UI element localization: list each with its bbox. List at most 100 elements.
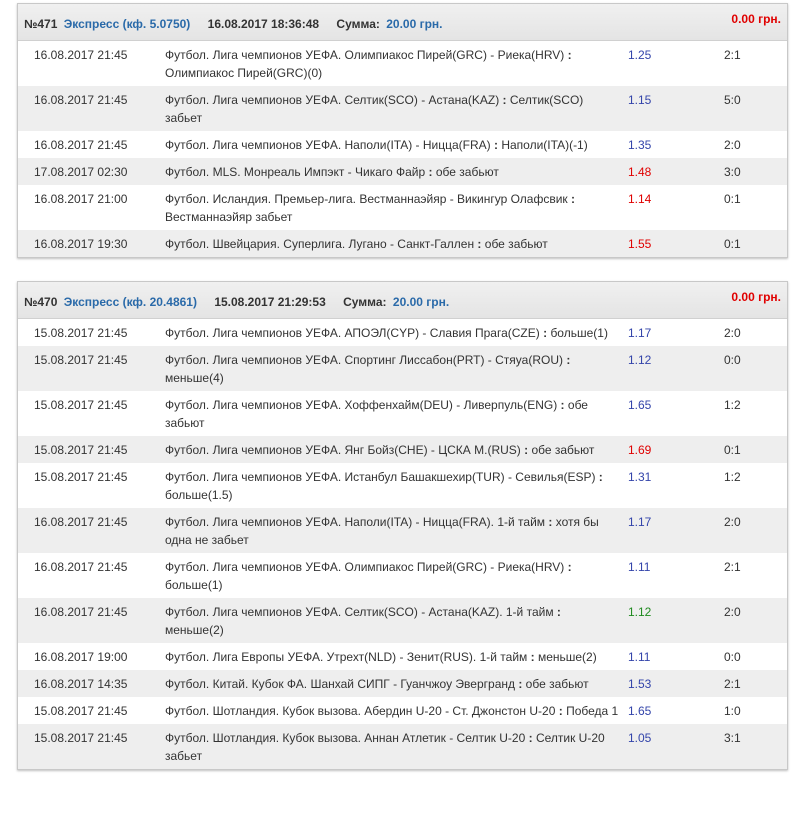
bet-outcome: обе забьют — [531, 443, 595, 457]
event-name: Футбол. Шотландия. Кубок вызова. Аннан А… — [165, 731, 526, 745]
table-row: 16.08.2017 21:45 Футбол. Лига чемпионов У… — [18, 41, 787, 86]
coefficient-cell: 1.55 — [628, 230, 724, 257]
bet-separator: : — [520, 443, 532, 457]
coefficient-cell: 1.11 — [628, 553, 724, 598]
bet-card-471: №471 Экспресс (кф. 5.0750) 16.08.2017 18… — [17, 3, 788, 258]
event-name: Футбол. Лига чемпионов УЕФА. Селтик(SCO)… — [165, 93, 500, 107]
coefficient-cell: 1.31 — [628, 463, 724, 508]
bet-summary: №471 Экспресс (кф. 5.0750) 16.08.2017 18… — [24, 17, 443, 31]
bet-separator: : — [564, 48, 572, 62]
coefficient: 1.11 — [628, 560, 651, 574]
bet-outcome: меньше(2) — [537, 650, 597, 664]
bet-separator: : — [527, 650, 538, 664]
table-row: 16.08.2017 19:30 Футбол. Швейцария. Супер… — [18, 230, 787, 257]
table-row: 15.08.2017 21:45 Футбол. Лига чемпионов У… — [18, 391, 787, 436]
match-score: 2:0 — [724, 326, 741, 340]
event-date: 16.08.2017 21:45 — [34, 560, 128, 574]
event-description: Футбол. Лига чемпионов УЕФА. Наполи(ITA)… — [165, 131, 628, 158]
table-row: 15.08.2017 21:45 Футбол. Шотландия. Кубок… — [18, 697, 787, 724]
bet-separator: : — [595, 470, 603, 484]
coefficient-cell: 1.53 — [628, 670, 724, 697]
bet-sum: 20.00 грн. — [386, 17, 443, 31]
bet-separator: : — [490, 138, 502, 152]
bet-separator: : — [515, 677, 526, 691]
bet-type-link[interactable]: Экспресс (кф. 5.0750) — [64, 17, 191, 31]
bet-type-link[interactable]: Экспресс (кф. 20.4861) — [64, 295, 197, 309]
table-row: 15.08.2017 21:45 Футбол. Лига чемпионов У… — [18, 436, 787, 463]
event-date: 15.08.2017 21:45 — [34, 398, 128, 412]
match-score: 0:1 — [724, 192, 741, 206]
event-name: Футбол. Лига чемпионов УЕФА. Олимпиакос … — [165, 560, 565, 574]
coefficient: 1.69 — [628, 443, 652, 457]
coefficient: 1.65 — [628, 398, 652, 412]
event-name: Футбол. Лига чемпионов УЕФА. Истанбул Ба… — [165, 470, 596, 484]
event-date: 15.08.2017 21:45 — [34, 470, 128, 484]
bet-win-amount: 0.00 грн. — [731, 290, 781, 304]
coefficient: 1.17 — [628, 515, 652, 529]
event-description: Футбол. Лига чемпионов УЕФА. Истанбул Ба… — [165, 463, 628, 508]
coefficient-cell: 1.12 — [628, 346, 724, 391]
table-row: 16.08.2017 14:35 Футбол. Китай. Кубок ФА.… — [18, 670, 787, 697]
coefficient: 1.55 — [628, 237, 652, 251]
bet-separator: : — [425, 165, 436, 179]
event-date: 16.08.2017 21:45 — [34, 138, 128, 152]
match-score: 0:1 — [724, 443, 741, 457]
bet-card-470: №470 Экспресс (кф. 20.4861) 15.08.2017 2… — [17, 281, 788, 770]
event-name: Футбол. Лига чемпионов УЕФА. Селтик(SCO)… — [165, 605, 554, 619]
bet-outcome: Олимпиакос Пирей(GRC)(0) — [165, 66, 323, 80]
table-row: 15.08.2017 21:45 Футбол. Лига чемпионов У… — [18, 463, 787, 508]
coefficient-cell: 1.05 — [628, 724, 724, 769]
bet-separator: : — [499, 93, 510, 107]
coefficient: 1.14 — [628, 192, 652, 206]
bet-events-table: 15.08.2017 21:45 Футбол. Лига чемпионов У… — [18, 319, 787, 769]
bet-outcome: Наполи(ITA)(-1) — [501, 138, 588, 152]
event-name: Футбол. Лига Европы УЕФА. Утрехт(NLD) - … — [165, 650, 528, 664]
table-row: 16.08.2017 19:00 Футбол. Лига Европы УЕФА… — [18, 643, 787, 670]
event-date: 16.08.2017 19:00 — [34, 650, 128, 664]
table-row: 16.08.2017 21:45 Футбол. Лига чемпионов У… — [18, 598, 787, 643]
event-description: Футбол. Лига чемпионов УЕФА. Наполи(ITA)… — [165, 508, 628, 553]
bet-sum-label: Сумма: — [336, 17, 380, 31]
coefficient: 1.48 — [628, 165, 652, 179]
event-name: Футбол. Швейцария. Суперлига. Лугано - С… — [165, 237, 475, 251]
coefficient-cell: 1.69 — [628, 436, 724, 463]
event-description: Футбол. Лига чемпионов УЕФА. Янг Бойз(CH… — [165, 436, 628, 463]
event-description: Футбол. Лига чемпионов УЕФА. Олимпиакос … — [165, 553, 628, 598]
match-score: 2:0 — [724, 605, 741, 619]
event-date: 16.08.2017 14:35 — [34, 677, 128, 691]
bet-outcome: обе забьют — [525, 677, 589, 691]
bet-separator: : — [567, 192, 575, 206]
bet-separator: : — [539, 326, 551, 340]
event-description: Футбол. Шотландия. Кубок вызова. Аннан А… — [165, 724, 628, 769]
bet-number: №471 — [24, 17, 58, 31]
coefficient-cell: 1.65 — [628, 697, 724, 724]
coefficient-cell: 1.12 — [628, 598, 724, 643]
coefficient: 1.17 — [628, 326, 652, 340]
event-date: 16.08.2017 21:45 — [34, 515, 128, 529]
event-description: Футбол. MLS. Монреаль Импэкт - Чикаго Фа… — [165, 158, 628, 185]
bet-outcome: больше(1) — [550, 326, 608, 340]
match-score: 0:1 — [724, 237, 741, 251]
event-description: Футбол. Лига чемпионов УЕФА. АПОЭЛ(CYP) … — [165, 319, 628, 346]
table-row: 16.08.2017 21:45 Футбол. Лига чемпионов У… — [18, 86, 787, 131]
bet-separator: : — [555, 704, 567, 718]
table-row: 15.08.2017 21:45 Футбол. Лига чемпионов У… — [18, 346, 787, 391]
bet-separator: : — [563, 353, 571, 367]
event-name: Футбол. Лига чемпионов УЕФА. АПОЭЛ(CYP) … — [165, 326, 540, 340]
coefficient-cell: 1.14 — [628, 185, 724, 230]
bet-datetime: 16.08.2017 18:36:48 — [207, 17, 320, 31]
table-row: 17.08.2017 02:30 Футбол. MLS. Монреаль Им… — [18, 158, 787, 185]
event-description: Футбол. Китай. Кубок ФА. Шанхай СИПГ - Г… — [165, 670, 628, 697]
coefficient: 1.31 — [628, 470, 652, 484]
event-date: 16.08.2017 21:45 — [34, 605, 128, 619]
bet-outcome: обе забьют — [435, 165, 499, 179]
bet-card-header: №471 Экспресс (кф. 5.0750) 16.08.2017 18… — [18, 4, 787, 41]
table-row: 15.08.2017 21:45 Футбол. Лига чемпионов У… — [18, 319, 787, 346]
event-name: Футбол. Лига чемпионов УЕФА. Спортинг Ли… — [165, 353, 563, 367]
event-name: Футбол. Лига чемпионов УЕФА. Хоффенхайм(… — [165, 398, 558, 412]
match-score: 0:0 — [724, 650, 741, 664]
event-description: Футбол. Лига чемпионов УЕФА. Селтик(SCO)… — [165, 598, 628, 643]
table-row: 16.08.2017 21:45 Футбол. Лига чемпионов У… — [18, 508, 787, 553]
event-date: 16.08.2017 21:00 — [34, 192, 128, 206]
bet-separator: : — [525, 731, 536, 745]
